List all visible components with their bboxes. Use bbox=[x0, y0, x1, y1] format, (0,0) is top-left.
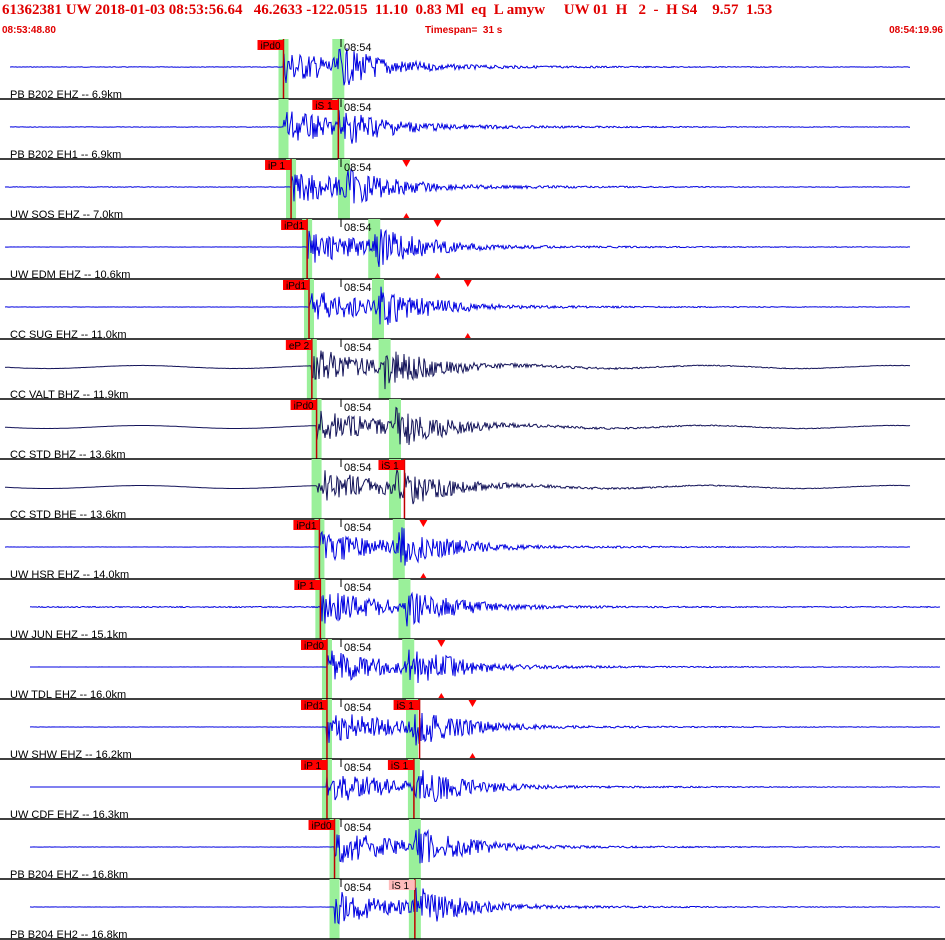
pick-arrow-top[interactable] bbox=[402, 160, 411, 167]
minute-tick-label: 08:54 bbox=[344, 822, 372, 834]
minute-tick-label: 08:54 bbox=[344, 762, 372, 774]
pick-label: iS 1 bbox=[315, 101, 333, 112]
channel-row[interactable]: 08:54iPd0UW TDL EHZ -- 16.0km bbox=[0, 639, 945, 701]
waveform-trace bbox=[10, 48, 910, 86]
minute-tick-label: 08:54 bbox=[344, 42, 372, 54]
channel-row[interactable]: 08:54 iS 1PB B204 EH2 -- 16.8km bbox=[0, 879, 945, 940]
waveform-trace bbox=[29, 828, 941, 864]
minute-tick-label: 08:54 bbox=[344, 642, 372, 654]
channel-row[interactable]: 08:54iP 1 iS 1UW CDF EHZ -- 16.3km bbox=[0, 759, 945, 821]
waveform-trace bbox=[29, 712, 940, 746]
channel-row[interactable]: 08:54iPd1CC SUG EHZ -- 11.0km bbox=[0, 279, 945, 341]
minute-tick-label: 08:54 bbox=[344, 282, 372, 294]
pick-label: eP 2 bbox=[289, 341, 310, 352]
pick-arrow-top[interactable] bbox=[437, 640, 446, 647]
pick-label: iPd0 bbox=[304, 641, 324, 652]
pick-label: iS 1 bbox=[392, 881, 410, 892]
pick-label: iP 1 bbox=[268, 161, 285, 172]
pick-arrow-bottom[interactable] bbox=[420, 573, 427, 578]
minute-tick-label: 08:54 bbox=[344, 582, 372, 594]
waveform-trace bbox=[4, 406, 911, 446]
waveform-trace bbox=[4, 286, 910, 325]
pick-arrow-bottom[interactable] bbox=[464, 333, 471, 338]
pick-label: iS 1 bbox=[397, 701, 415, 712]
pick-label: iPd1 bbox=[304, 701, 324, 712]
channel-row[interactable]: 08:54iPd0PB B202 EHZ -- 6.9km bbox=[0, 39, 945, 101]
timespan: Timespan= 31 s bbox=[425, 25, 503, 36]
pick-label: iPd0 bbox=[312, 821, 332, 832]
waveform-trace bbox=[5, 469, 911, 505]
minute-tick-label: 08:54 bbox=[344, 222, 372, 234]
waveform-trace bbox=[9, 110, 911, 144]
minute-tick-label: 08:54 bbox=[344, 882, 372, 894]
pick-label: iP 1 bbox=[304, 761, 321, 772]
pick-arrow-bottom[interactable] bbox=[434, 273, 441, 278]
channel-row[interactable]: 08:54eP 2CC VALT BHZ -- 11.9km bbox=[0, 339, 945, 401]
minute-tick-label: 08:54 bbox=[344, 522, 372, 534]
waveform-trace bbox=[4, 229, 911, 267]
pick-label: iS 1 bbox=[381, 461, 399, 472]
pick-label: iPd1 bbox=[296, 521, 316, 532]
pick-arrow-bottom[interactable] bbox=[469, 753, 476, 758]
channel-row[interactable]: 08:54iP 1UW SOS EHZ -- 7.0km bbox=[0, 159, 945, 221]
waveform-trace bbox=[30, 770, 941, 803]
end-time: 08:54:19.96 bbox=[889, 25, 943, 36]
waveform-trace bbox=[30, 649, 941, 684]
channel-row[interactable]: 08:54iS 1PB B202 EH1 -- 6.9km bbox=[0, 99, 945, 161]
minute-tick-label: 08:54 bbox=[344, 462, 372, 474]
minute-tick-label: 08:54 bbox=[344, 342, 372, 354]
p-window bbox=[278, 99, 289, 159]
channel-row[interactable]: 08:54iPd1UW HSR EHZ -- 14.0km bbox=[0, 519, 945, 581]
pick-arrow-top[interactable] bbox=[468, 700, 477, 707]
start-time: 08:53:48.80 bbox=[2, 25, 56, 36]
minute-tick-label: 08:54 bbox=[344, 402, 372, 414]
waveform-trace bbox=[29, 591, 941, 627]
channel-row[interactable]: 08:54 iS 1CC STD BHE -- 13.6km bbox=[0, 459, 945, 521]
pick-arrow-bottom[interactable] bbox=[403, 213, 410, 218]
pick-label: iPd0 bbox=[294, 401, 314, 412]
minute-tick-label: 08:54 bbox=[344, 102, 372, 114]
waveform-trace bbox=[4, 168, 911, 204]
waveform-trace bbox=[4, 350, 911, 390]
pick-label: iPd1 bbox=[286, 281, 306, 292]
channel-row[interactable]: 08:54iPd1UW EDM EHZ -- 10.6km bbox=[0, 219, 945, 281]
s-window bbox=[408, 819, 421, 879]
minute-tick-label: 08:54 bbox=[344, 162, 372, 174]
channel-row[interactable]: 08:54iPd0CC STD BHZ -- 13.6km bbox=[0, 399, 945, 461]
pick-label: iS 1 bbox=[391, 761, 409, 772]
waveform-trace bbox=[4, 527, 911, 566]
channel-row[interactable]: 08:54iPd0PB B204 EHZ -- 16.8km bbox=[0, 819, 945, 881]
header: 61362381 UW 2018-01-03 08:53:56.64 46.26… bbox=[0, 0, 945, 39]
channel-row[interactable]: 08:54iP 1UW JUN EHZ -- 15.1km bbox=[0, 579, 945, 641]
event-summary: 61362381 UW 2018-01-03 08:53:56.64 46.26… bbox=[2, 2, 773, 18]
pick-arrow-bottom[interactable] bbox=[438, 693, 445, 698]
pick-label: iPd0 bbox=[261, 41, 281, 52]
pick-label: iP 1 bbox=[297, 581, 314, 592]
seismogram-panel[interactable]: 08:54iPd0PB B202 EHZ -- 6.9km08:54iS 1PB… bbox=[0, 39, 945, 940]
pick-arrow-top[interactable] bbox=[463, 280, 472, 287]
minute-tick-label: 08:54 bbox=[344, 702, 372, 714]
pick-arrow-top[interactable] bbox=[433, 220, 442, 227]
pick-arrow-top[interactable] bbox=[419, 520, 428, 527]
channel-row[interactable]: 08:54iPd1 iS 1UW SHW EHZ -- 16.2km bbox=[0, 699, 945, 761]
waveform-trace bbox=[29, 887, 941, 925]
pick-label: iPd1 bbox=[284, 221, 304, 232]
